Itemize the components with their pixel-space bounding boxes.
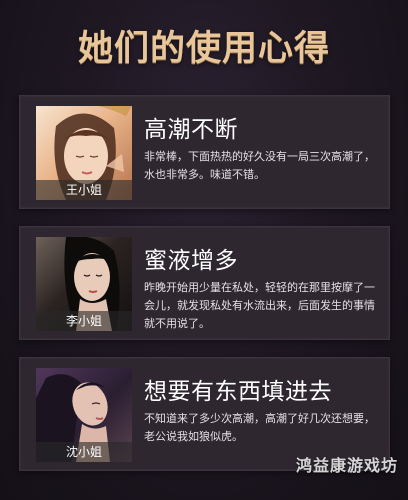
- reviewer-name: 沈小姐: [36, 442, 132, 462]
- reviewer-name: 王小姐: [36, 180, 132, 200]
- avatar: 王小姐: [36, 106, 132, 200]
- review-text: 不知道来了多少次高潮，高潮了好几次还想要，老公说我如狼似虎。: [144, 412, 375, 443]
- avatar: 沈小姐: [36, 368, 132, 462]
- review-title: 蜜液增多: [144, 248, 238, 274]
- review-text: 昨晚开始用少量在私处，轻轻的在那里按摩了一会儿，就发现私处有水流出来，后面发生的…: [144, 281, 375, 330]
- page-title: 她们的使用心得: [77, 29, 330, 69]
- review-title: 高潮不断: [144, 117, 238, 143]
- review-title: 想要有东西填进去: [144, 379, 332, 405]
- review-card: 王小姐 高潮不断 非常棒，下面热热的好久没有一局三次高潮了，水也非常多。味道不错…: [19, 95, 390, 209]
- avatar: 李小姐: [36, 237, 132, 331]
- reviewer-name: 李小姐: [36, 311, 132, 331]
- review-text: 非常棒，下面热热的好久没有一局三次高潮了，水也非常多。味道不错。: [144, 150, 375, 181]
- watermark: 鸿益康游戏坊: [295, 456, 398, 475]
- review-card: 李小姐 蜜液增多 昨晚开始用少量在私处，轻轻的在那里按摩了一会儿，就发现私处有水…: [19, 226, 390, 340]
